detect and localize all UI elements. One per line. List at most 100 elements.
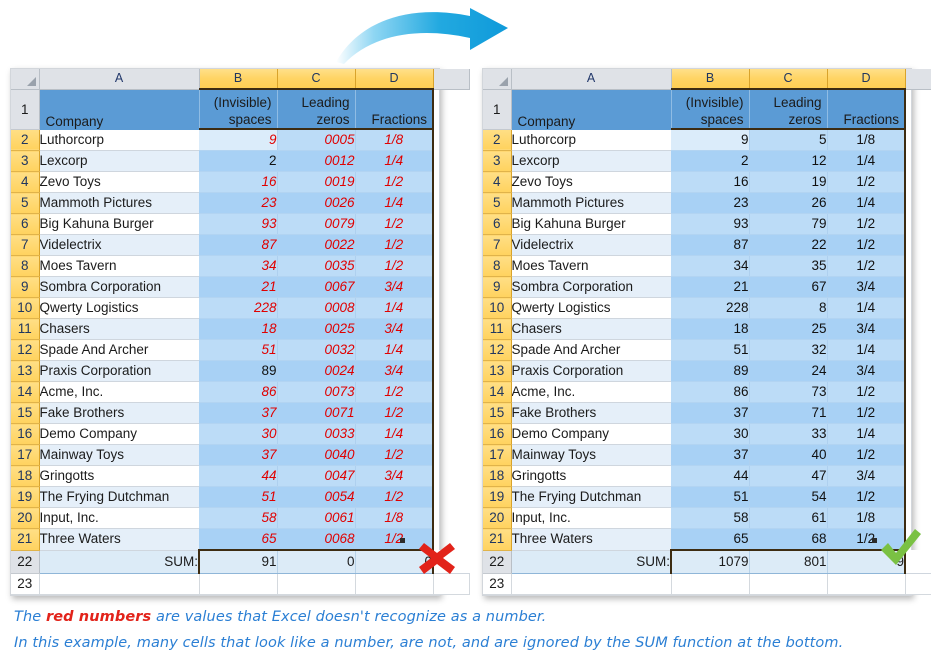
cell-fractions[interactable]: 1/8	[826, 128, 906, 151]
cell-fractions[interactable]: 3/4	[354, 276, 434, 298]
cell-zeros[interactable]: 0019	[276, 171, 355, 193]
cell-zeros[interactable]: 0061	[276, 507, 355, 529]
row-header-14[interactable]: 14	[483, 381, 512, 403]
row-header-5[interactable]: 5	[11, 192, 40, 214]
row-header-1[interactable]: 1	[483, 89, 512, 130]
cell-zeros[interactable]: 12	[748, 150, 827, 172]
cell-company[interactable]: The Frying Dutchman	[511, 486, 671, 508]
row-header-20[interactable]: 20	[11, 507, 40, 529]
spreadsheet-after[interactable]: A B C D 1 Company (Invisible) spaces Leading zero…	[482, 68, 931, 596]
cell-company[interactable]: Gringotts	[39, 465, 199, 487]
row-header-15[interactable]: 15	[11, 402, 40, 424]
cell-spaces[interactable]: 2	[671, 150, 749, 172]
cell-company[interactable]: Big Kahuna Burger	[511, 213, 671, 235]
cell-spaces[interactable]: 37	[199, 444, 277, 466]
row-header-3[interactable]: 3	[483, 150, 512, 172]
cell-fractions[interactable]: 1/2	[354, 486, 434, 508]
row-header-5[interactable]: 5	[483, 192, 512, 214]
cell-fractions[interactable]: 1/2	[826, 213, 906, 235]
cell-company[interactable]: Spade And Archer	[511, 339, 671, 361]
empty-cell-d[interactable]	[827, 573, 906, 595]
row-header-2[interactable]: 2	[11, 129, 40, 151]
cell-zeros[interactable]: 0032	[276, 339, 355, 361]
cell-zeros[interactable]: 0008	[276, 297, 355, 319]
cell-spaces[interactable]: 37	[199, 402, 277, 424]
cell-spaces[interactable]: 21	[671, 276, 749, 298]
cell-fractions[interactable]: 1/2	[354, 213, 434, 235]
cell-zeros[interactable]: 0024	[276, 360, 355, 382]
cell-spaces[interactable]: 87	[199, 234, 277, 256]
selection-handle[interactable]	[400, 538, 405, 543]
row-header-10[interactable]: 10	[11, 297, 40, 319]
cell-company[interactable]: Sombra Corporation	[39, 276, 199, 298]
cell-fractions[interactable]: 1/2	[354, 255, 434, 277]
cell-spaces[interactable]: 65	[199, 528, 277, 551]
cell-company[interactable]: Demo Company	[511, 423, 671, 445]
cell-fractions[interactable]: 1/2	[826, 255, 906, 277]
row-header-20[interactable]: 20	[483, 507, 512, 529]
column-header-d[interactable]: D	[355, 69, 434, 90]
cell-spaces[interactable]: 51	[671, 339, 749, 361]
cell-company[interactable]: Input, Inc.	[39, 507, 199, 529]
row-header-22[interactable]: 22	[483, 550, 512, 574]
cell-company[interactable]: Videlectrix	[39, 234, 199, 256]
cell-spaces[interactable]: 30	[671, 423, 749, 445]
cell-fractions[interactable]: 3/4	[826, 360, 906, 382]
cell-fractions[interactable]: 1/4	[354, 423, 434, 445]
row-header-9[interactable]: 9	[11, 276, 40, 298]
cell-company[interactable]: Lexcorp	[511, 150, 671, 172]
cell-company[interactable]: Gringotts	[511, 465, 671, 487]
cell-spaces[interactable]: 30	[199, 423, 277, 445]
cell-zeros[interactable]: 0022	[276, 234, 355, 256]
cell-zeros[interactable]: 79	[748, 213, 827, 235]
cell-fractions[interactable]: 1/2	[826, 486, 906, 508]
cell-zeros[interactable]: 8	[748, 297, 827, 319]
row-header-9[interactable]: 9	[483, 276, 512, 298]
cell-spaces[interactable]: 9	[671, 128, 749, 151]
sum-zeros[interactable]: 801	[748, 549, 827, 574]
row-header-12[interactable]: 12	[11, 339, 40, 361]
cell-company[interactable]: Three Waters	[511, 528, 671, 551]
cell-spaces[interactable]: 34	[671, 255, 749, 277]
select-all-corner[interactable]	[11, 69, 40, 90]
row-header-4[interactable]: 4	[483, 171, 512, 193]
cell-spaces[interactable]: 93	[671, 213, 749, 235]
cell-spaces[interactable]: 34	[199, 255, 277, 277]
column-header-c[interactable]: C	[277, 69, 356, 90]
cell-company[interactable]: Fake Brothers	[39, 402, 199, 424]
cell-company[interactable]: Lexcorp	[39, 150, 199, 172]
cell-company[interactable]: Chasers	[39, 318, 199, 340]
cell-fractions[interactable]: 1/2	[354, 171, 434, 193]
cell-company[interactable]: Qwerty Logistics	[511, 297, 671, 319]
cell-company[interactable]: Zevo Toys	[511, 171, 671, 193]
cell-spaces[interactable]: 87	[671, 234, 749, 256]
cell-company[interactable]: Three Waters	[39, 528, 199, 551]
cell-company[interactable]: Spade And Archer	[39, 339, 199, 361]
row-header-7[interactable]: 7	[11, 234, 40, 256]
cell-fractions[interactable]: 1/2	[354, 234, 434, 256]
cell-company[interactable]: Chasers	[511, 318, 671, 340]
cell-fractions[interactable]: 1/2	[354, 444, 434, 466]
cell-company[interactable]: Acme, Inc.	[511, 381, 671, 403]
row-header-4[interactable]: 4	[11, 171, 40, 193]
cell-spaces[interactable]: 51	[671, 486, 749, 508]
cell-zeros[interactable]: 71	[748, 402, 827, 424]
cell-spaces[interactable]: 37	[671, 402, 749, 424]
cell-spaces[interactable]: 44	[199, 465, 277, 487]
cell-fractions[interactable]: 3/4	[354, 318, 434, 340]
cell-fractions[interactable]: 1/8	[354, 128, 434, 151]
cell-zeros[interactable]: 19	[748, 171, 827, 193]
cell-spaces[interactable]: 18	[671, 318, 749, 340]
row-header-11[interactable]: 11	[11, 318, 40, 340]
cell-spaces[interactable]: 228	[199, 297, 277, 319]
cell-fractions[interactable]: 1/2	[826, 381, 906, 403]
cell-fractions[interactable]: 3/4	[826, 318, 906, 340]
row-header-21[interactable]: 21	[11, 528, 40, 551]
cell-zeros[interactable]: 0035	[276, 255, 355, 277]
empty-cell-a[interactable]	[39, 573, 200, 595]
cell-zeros[interactable]: 40	[748, 444, 827, 466]
cell-zeros[interactable]: 47	[748, 465, 827, 487]
cell-company[interactable]: Luthorcorp	[39, 129, 199, 151]
cell-fractions[interactable]: 1/8	[354, 507, 434, 529]
cell-fractions[interactable]: 1/4	[354, 297, 434, 319]
